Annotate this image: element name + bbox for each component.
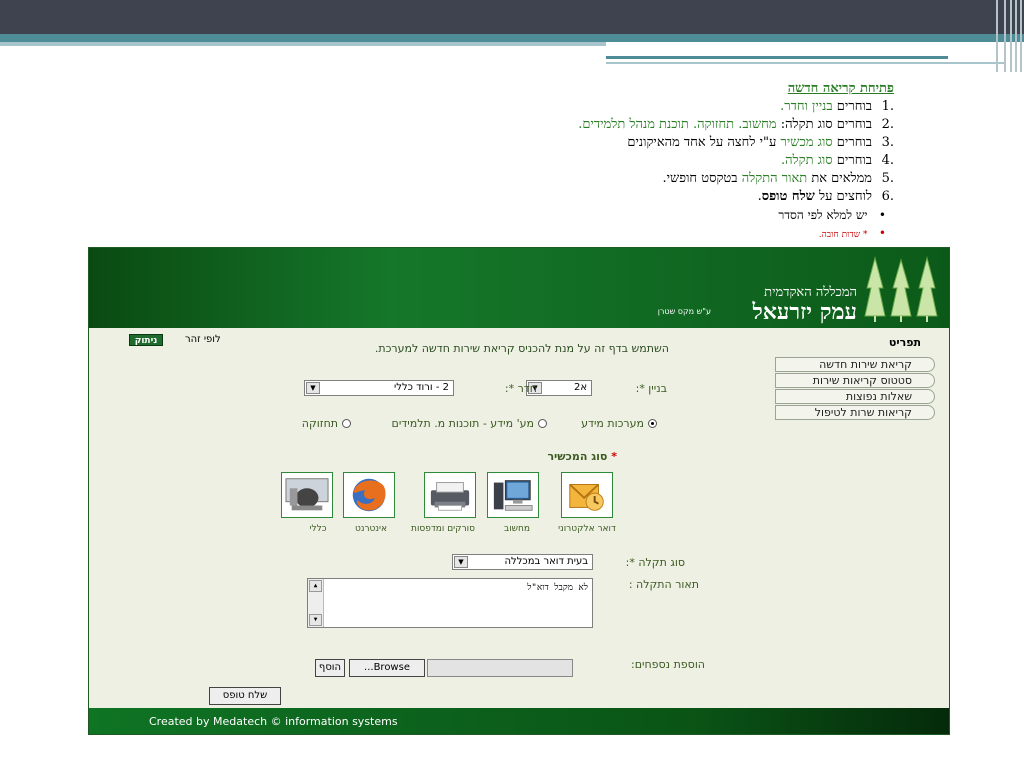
description-textarea[interactable]: ▲ ▼ לא מקבל דוא"ל — [307, 578, 593, 628]
printer-icon[interactable] — [424, 472, 476, 518]
step-6: .6לוחצים על שלח טופס. — [757, 189, 894, 204]
textarea-scrollbar[interactable]: ▲ ▼ — [308, 579, 324, 627]
app-header: המכללה האקדמית עמק יזרעאל ע"ש מקס שטרן — [89, 248, 949, 328]
helpdesk-app: המכללה האקדמית עמק יזרעאל ע"ש מקס שטרן ת… — [88, 247, 950, 735]
app-footer: Created by Medatech © information system… — [89, 708, 949, 734]
device-type-title: * סוג המכשיר — [547, 450, 617, 463]
bullet-required: • * שדות חובה. — [818, 226, 886, 240]
browse-button[interactable]: Browse... — [349, 659, 425, 677]
email-icon[interactable] — [561, 472, 613, 518]
device-label-computer: מחשוב — [503, 524, 531, 534]
menu-title: תפריט — [888, 336, 921, 349]
device-label-email: דואר אלקטרוני — [558, 524, 616, 534]
room-select[interactable]: 2 - ורוד כללי ▼ — [304, 380, 454, 396]
firefox-icon[interactable] — [343, 472, 395, 518]
building-label: בניין *: — [635, 382, 667, 395]
instructions-heading: פתיחת קריאה חדשה — [787, 81, 894, 96]
menu-calls-to-handle[interactable]: קריאות שרות לטיפול — [775, 405, 935, 420]
menu-call-status[interactable]: סטטוס קריאות שירות — [775, 373, 935, 388]
trees-logo-icon — [864, 256, 938, 322]
attachments-label: הוספת נספחים: — [631, 658, 705, 671]
college-subtitle: ע"ש מקס שטרן — [657, 307, 711, 316]
device-label-general: כללי — [309, 524, 327, 534]
college-name: עמק יזרעאל — [752, 299, 858, 325]
step-1: .1בוחרים בניין וחדר. — [780, 99, 894, 114]
accent-line — [606, 56, 948, 59]
logout-button[interactable]: ניתוק — [129, 334, 163, 346]
device-label-internet: אינטרנט — [355, 524, 387, 534]
college-name-small: המכללה האקדמית — [764, 285, 857, 300]
top-stripe — [0, 34, 1024, 42]
step-4: .4בוחרים סוג תקלה. — [780, 153, 894, 168]
step-3: .3בוחרים סוג מכשיר ע"י לחצה על אחד מהאיק… — [627, 135, 894, 150]
radio-icon — [538, 419, 547, 428]
fault-type-label: סוג תקלה *: — [625, 556, 685, 569]
user-name: לופי זהר — [185, 334, 221, 345]
submit-form-button[interactable]: שלח טופס — [209, 687, 281, 705]
slide: פתיחת קריאה חדשה .1בוחרים בניין וחדר. .2… — [0, 0, 1024, 768]
device-label-printers: סורקים ומדפסות — [411, 524, 475, 534]
step-5: .5ממלאים את תאור התקלה בטקסט חופשי. — [662, 171, 894, 186]
top-cutout — [606, 42, 1024, 54]
radio-info-systems[interactable]: מערכות מידע — [581, 417, 657, 430]
accent-line-light — [606, 62, 1006, 64]
radio-icon — [342, 419, 351, 428]
radio-student-software[interactable]: מע' מידע - תוכנות מ. תלמידים — [392, 417, 547, 430]
chevron-down-icon: ▼ — [306, 382, 320, 394]
file-path-input[interactable] — [427, 659, 573, 677]
general-icon[interactable] — [281, 472, 333, 518]
description-label: תאור התקלה : — [628, 578, 699, 591]
bullet-order: • יש למלא לפי הסדר — [778, 208, 886, 222]
vertical-stripes — [990, 0, 1024, 72]
fault-type-select[interactable]: בעית דואר במכללה ▼ — [452, 554, 593, 570]
step-2: .2בוחרים סוג תקלה: מחשוב. תחזוקה. תוכנת … — [578, 117, 894, 132]
radio-selected-icon — [648, 419, 657, 428]
menu-new-call[interactable]: קריאת שירות חדשה — [775, 357, 935, 372]
room-label: חדר *: — [504, 382, 537, 395]
scroll-up-icon[interactable]: ▲ — [309, 580, 322, 592]
computer-icon[interactable] — [487, 472, 539, 518]
menu-faq[interactable]: שאלות נפוצות — [775, 389, 935, 404]
footer-credit: Created by Medatech © information system… — [149, 715, 398, 728]
intro-text: השתמש בדף זה על מנת להכניס קריאת שירות ח… — [374, 342, 669, 355]
chevron-down-icon: ▼ — [454, 556, 468, 568]
scroll-down-icon[interactable]: ▼ — [309, 614, 322, 626]
instructions: פתיחת קריאה חדשה .1בוחרים בניין וחדר. .2… — [374, 80, 894, 244]
add-attachment-button[interactable]: הוסף — [315, 659, 345, 677]
top-bar — [0, 0, 1024, 34]
radio-maintenance[interactable]: תחזוקה — [302, 417, 351, 430]
